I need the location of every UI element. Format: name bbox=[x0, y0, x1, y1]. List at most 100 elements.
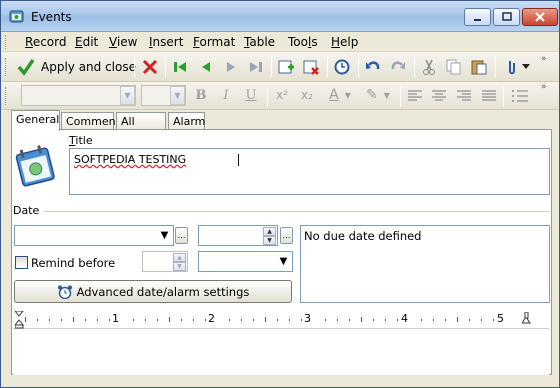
menu-edit[interactable]: Edit bbox=[75, 35, 98, 49]
toolbar-grip[interactable] bbox=[5, 87, 8, 105]
due-time-input[interactable]: ▲ ▼ bbox=[198, 225, 278, 246]
title-input-value: SOFTPEDIA TESTING bbox=[74, 153, 187, 166]
first-record-button[interactable] bbox=[172, 59, 188, 75]
undo-button[interactable] bbox=[364, 58, 382, 76]
toolbar-separator bbox=[503, 87, 504, 107]
date-group-label: Date bbox=[13, 204, 44, 217]
menu-view[interactable]: View bbox=[109, 35, 137, 49]
toolbar-separator bbox=[400, 87, 401, 107]
due-time-spin-down[interactable]: ▼ bbox=[263, 236, 276, 245]
maximize-button[interactable] bbox=[493, 8, 520, 26]
paste-button[interactable] bbox=[470, 58, 488, 76]
menu-record[interactable]: Record bbox=[25, 35, 66, 49]
superscript-icon[interactable]: x² bbox=[274, 88, 290, 102]
menu-insert[interactable]: Insert bbox=[149, 35, 183, 49]
ruler-tick bbox=[157, 319, 158, 321]
remind-amount-input[interactable]: ▲ ▼ bbox=[142, 251, 188, 272]
toolbar-grip[interactable] bbox=[5, 58, 8, 76]
ruler-tick bbox=[181, 319, 182, 321]
bullet-list-button[interactable] bbox=[511, 88, 529, 104]
menu-table[interactable]: Table bbox=[244, 35, 275, 49]
title-bar[interactable]: Events bbox=[1, 1, 559, 32]
highlight-color-button[interactable]: ✎ ▼ bbox=[361, 85, 395, 105]
font-name-dropdown-button[interactable]: ▼ bbox=[120, 86, 135, 105]
copy-button[interactable] bbox=[445, 58, 463, 76]
tab-general[interactable]: General bbox=[11, 110, 60, 131]
ruler-tick bbox=[337, 319, 338, 321]
ruler[interactable]: 1 2 3 4 5 bbox=[13, 309, 549, 329]
toolbar-overflow-chevron[interactable]: » bbox=[541, 54, 547, 64]
next-record-button[interactable] bbox=[223, 59, 239, 75]
toolbar-separator bbox=[267, 87, 268, 107]
menu-grip[interactable] bbox=[5, 35, 8, 49]
comment-editor[interactable] bbox=[13, 330, 549, 375]
attach-dropdown-button[interactable] bbox=[502, 58, 532, 76]
menu-help[interactable]: Help bbox=[331, 35, 358, 49]
chevron-down-icon: ▼ bbox=[344, 90, 351, 100]
toolbar-separator bbox=[327, 57, 328, 77]
remind-before-label: Remind before bbox=[31, 256, 116, 270]
font-name-combo[interactable]: ▼ bbox=[21, 85, 136, 106]
due-date-dropdown-button[interactable]: ▼ bbox=[157, 227, 172, 244]
toolbar-separator bbox=[165, 57, 166, 77]
align-left-icon bbox=[408, 90, 422, 101]
font-size-combo[interactable]: ▼ bbox=[141, 85, 186, 106]
redo-button[interactable] bbox=[389, 58, 407, 76]
align-center-button[interactable] bbox=[431, 88, 447, 104]
due-time-spin-up[interactable]: ▲ bbox=[263, 227, 276, 236]
previous-record-button[interactable] bbox=[198, 59, 214, 75]
title-input[interactable]: SOFTPEDIA TESTING bbox=[69, 148, 550, 195]
ruler-number: 2 bbox=[208, 312, 215, 325]
font-color-icon: A bbox=[329, 87, 339, 103]
ruler-tick bbox=[49, 319, 50, 321]
bold-icon[interactable]: B bbox=[194, 88, 208, 103]
apply-and-close-button[interactable]: Apply and close bbox=[17, 57, 136, 77]
remind-amount-spin-up[interactable]: ▲ bbox=[173, 253, 186, 262]
align-right-icon bbox=[457, 90, 471, 101]
ruler-tick bbox=[325, 319, 326, 321]
close-window-button[interactable] bbox=[522, 8, 558, 26]
cancel-button[interactable] bbox=[141, 58, 159, 76]
subscript-icon[interactable]: x₂ bbox=[299, 88, 315, 102]
alarm-button[interactable] bbox=[333, 58, 351, 76]
align-left-button[interactable] bbox=[407, 88, 423, 104]
cut-button[interactable] bbox=[420, 58, 438, 76]
ruler-tick bbox=[397, 319, 398, 321]
remind-unit-dropdown-button[interactable]: ▼ bbox=[276, 253, 291, 270]
toolbar-separator bbox=[271, 57, 272, 77]
toolbar-overflow-chevron[interactable]: » bbox=[541, 82, 547, 92]
ruler-tick bbox=[385, 319, 386, 321]
align-center-icon bbox=[432, 90, 446, 101]
right-indent-marker[interactable] bbox=[521, 311, 531, 327]
alarm-clock-icon bbox=[57, 285, 72, 299]
font-size-dropdown-button[interactable]: ▼ bbox=[170, 86, 185, 105]
advanced-date-alarm-button[interactable]: Advanced date/alarm settings bbox=[14, 280, 292, 303]
italic-icon[interactable]: I bbox=[219, 88, 233, 103]
remind-amount-spin-down[interactable]: ▼ bbox=[173, 262, 186, 271]
copy-icon bbox=[446, 59, 461, 75]
due-date-info-text: No due date defined bbox=[304, 229, 422, 243]
minimize-button[interactable] bbox=[464, 8, 491, 26]
due-date-browse-button[interactable]: … bbox=[175, 227, 188, 244]
new-record-button[interactable] bbox=[277, 58, 295, 76]
justify-button[interactable] bbox=[481, 88, 497, 104]
due-time-browse-button[interactable]: … bbox=[280, 227, 293, 244]
left-indent-marker[interactable] bbox=[13, 310, 25, 332]
tab-all-fields[interactable]: All fields bbox=[116, 112, 166, 141]
delete-record-button[interactable] bbox=[302, 58, 320, 76]
due-date-combo[interactable]: ▼ bbox=[14, 225, 174, 246]
align-right-button[interactable] bbox=[456, 88, 472, 104]
remind-before-checkbox[interactable] bbox=[15, 256, 28, 269]
toolbar-separator bbox=[358, 57, 359, 77]
tab-comment[interactable]: Comment bbox=[61, 112, 120, 130]
tab-alarm[interactable]: Alarm bbox=[168, 112, 205, 130]
ruler-tick bbox=[457, 317, 458, 322]
ruler-number: 3 bbox=[304, 312, 311, 325]
ruler-tick bbox=[445, 319, 446, 321]
last-record-button[interactable] bbox=[248, 59, 264, 75]
font-color-button[interactable]: A ▼ bbox=[323, 85, 357, 105]
remind-unit-combo[interactable]: ▼ bbox=[198, 251, 293, 272]
menu-tools[interactable]: Tools bbox=[288, 35, 318, 49]
menu-format[interactable]: Format bbox=[193, 35, 235, 49]
underline-icon[interactable]: U bbox=[244, 88, 258, 103]
